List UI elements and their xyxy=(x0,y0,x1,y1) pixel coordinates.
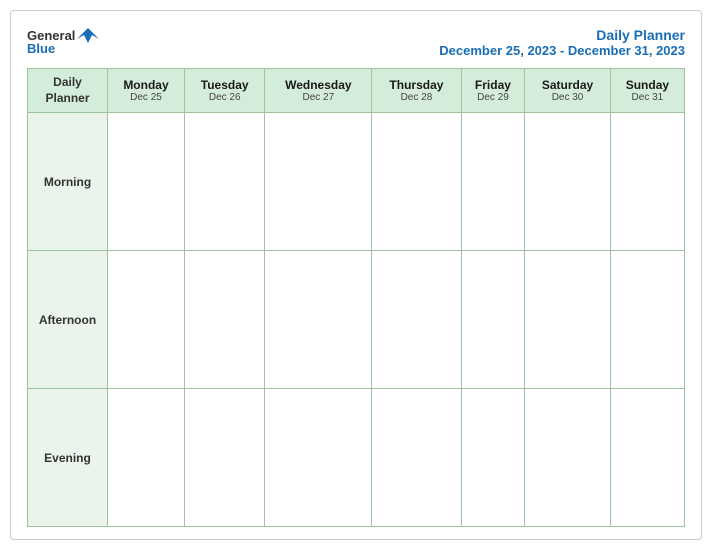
evening-thursday[interactable] xyxy=(372,389,461,527)
header-subtitle: December 25, 2023 - December 31, 2023 xyxy=(439,43,685,58)
planner-page: General Blue Daily Planner December 25, … xyxy=(10,10,702,540)
evening-saturday[interactable] xyxy=(525,389,610,527)
evening-wednesday[interactable] xyxy=(265,389,372,527)
col-header-wednesday: Wednesday Dec 27 xyxy=(265,69,372,113)
morning-friday[interactable] xyxy=(461,113,525,251)
afternoon-friday[interactable] xyxy=(461,251,525,389)
logo-blue-text: Blue xyxy=(27,41,55,56)
col-header-sunday: Sunday Dec 31 xyxy=(610,69,684,113)
morning-wednesday[interactable] xyxy=(265,113,372,251)
morning-sunday[interactable] xyxy=(610,113,684,251)
table-row-afternoon: Afternoon xyxy=(28,251,685,389)
morning-saturday[interactable] xyxy=(525,113,610,251)
afternoon-saturday[interactable] xyxy=(525,251,610,389)
planner-table: Daily Planner Monday Dec 25 Tuesday Dec … xyxy=(27,68,685,527)
header-title: Daily Planner xyxy=(439,27,685,43)
evening-sunday[interactable] xyxy=(610,389,684,527)
logo: General Blue xyxy=(27,27,99,56)
afternoon-wednesday[interactable] xyxy=(265,251,372,389)
afternoon-thursday[interactable] xyxy=(372,251,461,389)
table-row-evening: Evening xyxy=(28,389,685,527)
header: General Blue Daily Planner December 25, … xyxy=(27,27,685,58)
daily-planner-header: Daily Planner xyxy=(28,69,108,113)
evening-tuesday[interactable] xyxy=(184,389,264,527)
col-header-friday: Friday Dec 29 xyxy=(461,69,525,113)
morning-label: Morning xyxy=(28,113,108,251)
col-header-thursday: Thursday Dec 28 xyxy=(372,69,461,113)
afternoon-tuesday[interactable] xyxy=(184,251,264,389)
col-header-saturday: Saturday Dec 30 xyxy=(525,69,610,113)
col-header-tuesday: Tuesday Dec 26 xyxy=(184,69,264,113)
afternoon-sunday[interactable] xyxy=(610,251,684,389)
morning-monday[interactable] xyxy=(108,113,185,251)
evening-friday[interactable] xyxy=(461,389,525,527)
table-header-row: Daily Planner Monday Dec 25 Tuesday Dec … xyxy=(28,69,685,113)
afternoon-label: Afternoon xyxy=(28,251,108,389)
header-right: Daily Planner December 25, 2023 - Decemb… xyxy=(439,27,685,58)
morning-tuesday[interactable] xyxy=(184,113,264,251)
morning-thursday[interactable] xyxy=(372,113,461,251)
logo-bird-icon xyxy=(77,27,99,43)
afternoon-monday[interactable] xyxy=(108,251,185,389)
col-header-monday: Monday Dec 25 xyxy=(108,69,185,113)
evening-monday[interactable] xyxy=(108,389,185,527)
evening-label: Evening xyxy=(28,389,108,527)
table-row-morning: Morning xyxy=(28,113,685,251)
